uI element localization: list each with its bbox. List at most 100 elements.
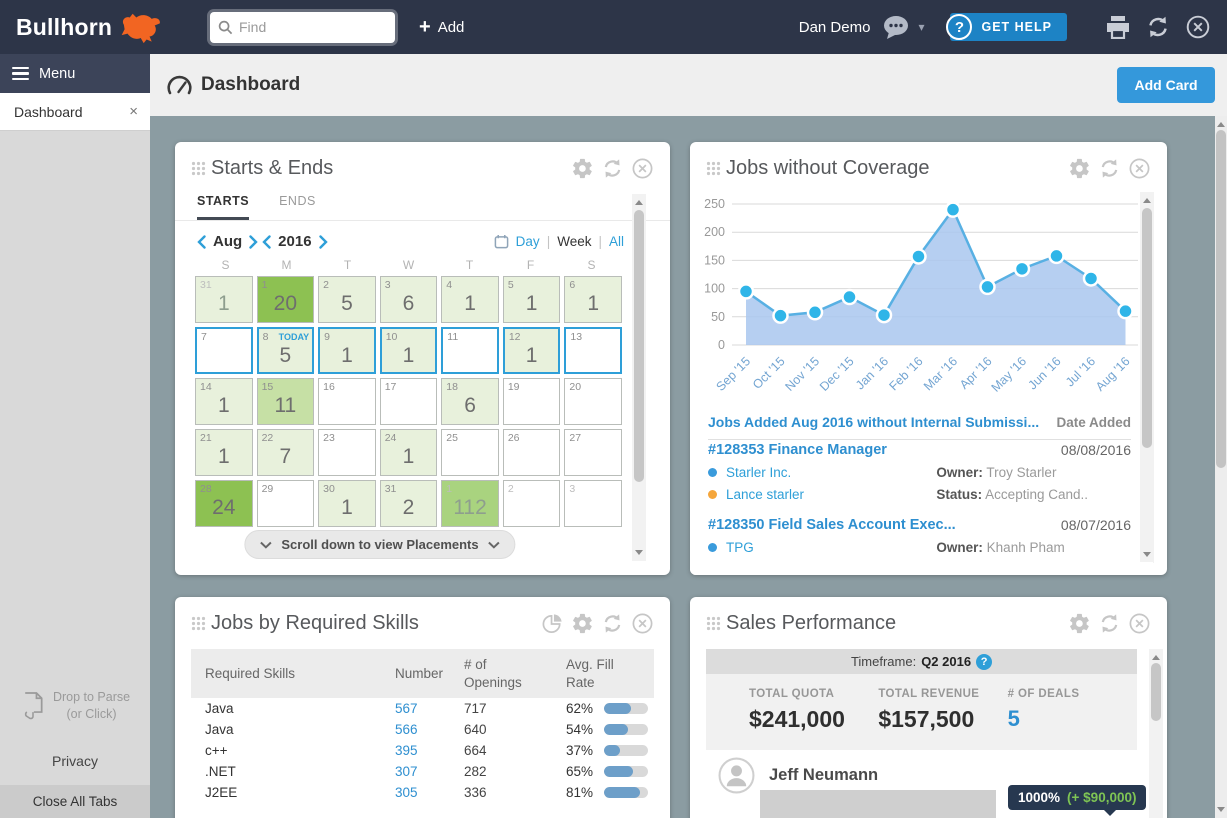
calendar-day-cell[interactable]: 7 (195, 327, 253, 374)
calendar-day-cell[interactable]: 1511 (257, 378, 315, 425)
refresh-icon[interactable] (601, 157, 624, 180)
close-icon[interactable] (1185, 14, 1211, 40)
help-question-icon[interactable]: ? (976, 654, 992, 670)
scrollbar-thumb[interactable] (634, 210, 644, 482)
user-name[interactable]: Dan Demo (799, 19, 871, 36)
scroll-up-arrow[interactable] (1217, 122, 1225, 127)
drag-grip-icon[interactable] (706, 616, 721, 631)
sales-rep-row[interactable]: Jeff Neumann (718, 757, 878, 794)
calendar-day-cell[interactable]: 120 (257, 276, 315, 323)
calendar-day-cell[interactable]: 16 (318, 378, 376, 425)
add-button[interactable]: + Add (419, 17, 464, 37)
skill-number-link[interactable]: 567 (395, 701, 464, 716)
calendar-day-cell[interactable]: 23 (318, 429, 376, 476)
refresh-icon[interactable] (1098, 157, 1121, 180)
card-scrollbar[interactable] (1140, 192, 1154, 563)
calendar-day-cell[interactable]: 11 (441, 327, 499, 374)
sidebar-tab-dashboard[interactable]: Dashboard × (0, 93, 150, 131)
calendar-day-cell[interactable]: 25 (441, 429, 499, 476)
calendar-day-cell[interactable]: 8TODAY5 (257, 327, 315, 374)
drag-grip-icon[interactable] (706, 161, 721, 176)
calendar-day-cell[interactable]: 25 (318, 276, 376, 323)
close-icon[interactable] (631, 612, 654, 635)
next-year-icon[interactable] (319, 235, 328, 249)
job-title-link[interactable]: #128350 Field Sales Account Exec... (708, 517, 956, 533)
card-scrollbar[interactable] (1149, 649, 1163, 818)
close-icon[interactable] (1128, 157, 1151, 180)
search-input[interactable] (239, 19, 387, 35)
privacy-link[interactable]: Privacy (52, 753, 98, 769)
calendar-day-cell[interactable]: 101 (380, 327, 438, 374)
calendar-day-cell[interactable]: 91 (318, 327, 376, 374)
calendar-day-cell[interactable]: 13 (564, 327, 622, 374)
stat-value[interactable]: 5 (1008, 706, 1137, 732)
calendar-day-cell[interactable]: 20 (564, 378, 622, 425)
scroll-down-arrow[interactable] (1217, 807, 1225, 812)
calendar-day-cell[interactable]: 3 (564, 480, 622, 527)
calendar-day-cell[interactable]: 17 (380, 378, 438, 425)
scrollbar-thumb[interactable] (1142, 208, 1152, 448)
calendar-day-cell[interactable]: 311 (195, 276, 253, 323)
calendar-day-cell[interactable]: 51 (503, 276, 561, 323)
calendar-day-cell[interactable]: 41 (441, 276, 499, 323)
calendar-day-cell[interactable]: 121 (503, 327, 561, 374)
view-day-link[interactable]: Day (516, 234, 540, 249)
close-all-tabs-button[interactable]: Close All Tabs (0, 785, 150, 818)
get-help-button[interactable]: ? GET HELP (950, 13, 1067, 41)
calendar-day-cell[interactable]: 27 (564, 429, 622, 476)
gear-icon[interactable] (571, 612, 594, 635)
prev-year-icon[interactable] (262, 235, 271, 249)
scrollbar-thumb[interactable] (1151, 663, 1161, 721)
pie-chart-icon[interactable] (541, 612, 564, 635)
refresh-icon[interactable] (1145, 14, 1171, 40)
tab-starts[interactable]: STARTS (197, 194, 249, 220)
gear-icon[interactable] (571, 157, 594, 180)
card-scrollbar[interactable] (632, 194, 646, 561)
prev-month-icon[interactable] (197, 235, 206, 249)
tab-ends[interactable]: ENDS (279, 194, 316, 220)
calendar-day-cell[interactable]: 1112 (441, 480, 499, 527)
calendar-day-cell[interactable]: 2824 (195, 480, 253, 527)
view-week-link[interactable]: Week (557, 234, 591, 249)
calendar-day-cell[interactable]: 26 (503, 429, 561, 476)
gear-icon[interactable] (1068, 157, 1091, 180)
page-scrollbar[interactable] (1215, 116, 1227, 818)
calendar-day-cell[interactable]: 241 (380, 429, 438, 476)
calendar-day-cell[interactable]: 312 (380, 480, 438, 527)
record-link[interactable]: TPG (726, 540, 754, 555)
refresh-icon[interactable] (601, 612, 624, 635)
brand-logo[interactable]: Bullhorn (16, 10, 198, 44)
skill-number-link[interactable]: 395 (395, 743, 464, 758)
drag-grip-icon[interactable] (191, 616, 206, 631)
record-link[interactable]: Lance starler (726, 487, 804, 502)
calendar-day-cell[interactable]: 227 (257, 429, 315, 476)
calendar-day-cell[interactable]: 19 (503, 378, 561, 425)
add-card-button[interactable]: Add Card (1117, 67, 1215, 103)
calendar-day-cell[interactable]: 186 (441, 378, 499, 425)
close-icon[interactable] (631, 157, 654, 180)
job-title-link[interactable]: #128353 Finance Manager (708, 442, 887, 458)
global-search[interactable] (210, 12, 395, 43)
calendar-day-cell[interactable]: 301 (318, 480, 376, 527)
skill-number-link[interactable]: 305 (395, 785, 464, 800)
calendar-day-cell[interactable]: 141 (195, 378, 253, 425)
record-link[interactable]: Starler Inc. (726, 465, 791, 480)
menu-button[interactable]: Menu (0, 54, 150, 93)
calendar-day-cell[interactable]: 211 (195, 429, 253, 476)
user-menu[interactable]: ▾ (882, 15, 924, 40)
skill-number-link[interactable]: 566 (395, 722, 464, 737)
calendar-day-cell[interactable]: 29 (257, 480, 315, 527)
skill-number-link[interactable]: 307 (395, 764, 464, 779)
coverage-list-title-link[interactable]: Jobs Added Aug 2016 without Internal Sub… (708, 414, 1039, 430)
print-icon[interactable] (1105, 15, 1131, 39)
scroll-placements-pill[interactable]: Scroll down to view Placements (244, 530, 515, 559)
tab-close-icon[interactable]: × (129, 103, 138, 120)
next-month-icon[interactable] (249, 235, 258, 249)
refresh-icon[interactable] (1098, 612, 1121, 635)
scrollbar-thumb[interactable] (1216, 130, 1226, 468)
drag-grip-icon[interactable] (191, 161, 206, 176)
drop-to-parse[interactable]: Drop to Parse (or Click) (20, 689, 130, 723)
close-icon[interactable] (1128, 612, 1151, 635)
calendar-day-cell[interactable]: 61 (564, 276, 622, 323)
view-all-link[interactable]: All (609, 234, 624, 249)
